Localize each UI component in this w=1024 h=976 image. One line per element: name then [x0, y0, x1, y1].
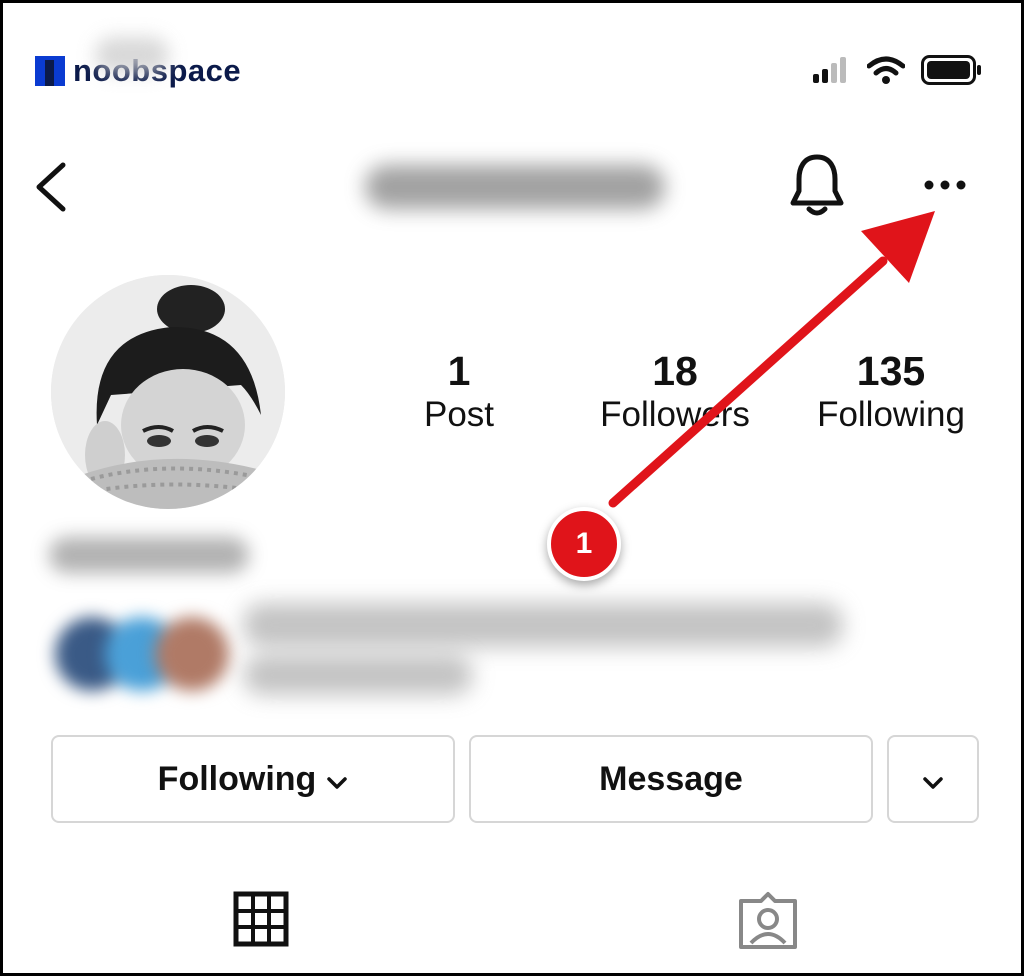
blurred-time [95, 37, 169, 73]
more-horizontal-icon [924, 180, 966, 190]
chevron-down-icon [922, 760, 944, 799]
chevron-down-icon [326, 760, 348, 799]
step-badge: 1 [547, 507, 621, 581]
message-button-label: Message [599, 759, 743, 798]
profile-name-blurred [49, 537, 249, 573]
stat-posts[interactable]: 1 Post [359, 348, 559, 436]
tab-tagged[interactable] [737, 891, 799, 956]
profile-avatar[interactable] [51, 275, 285, 509]
followed-by-text-blurred[interactable] [243, 603, 843, 647]
followed-by-text-blurred-line2 [243, 655, 473, 695]
stat-posts-value: 1 [447, 348, 471, 394]
brand-logo [35, 56, 65, 86]
followed-by-avatars[interactable] [49, 605, 229, 695]
message-button[interactable]: Message [469, 735, 873, 823]
grid-icon [233, 891, 289, 947]
bell-icon [790, 154, 844, 216]
step-number: 1 [575, 527, 593, 560]
username-title-blurred [365, 165, 665, 209]
notifications-button[interactable] [789, 153, 845, 224]
tab-posts-grid[interactable] [233, 891, 289, 952]
stat-following-label: Following [817, 395, 965, 435]
stat-followers[interactable]: 18 Followers [575, 348, 775, 436]
stat-following-value: 135 [856, 348, 926, 394]
phone-screen: noobspace [0, 0, 1024, 976]
stat-posts-label: Post [423, 395, 495, 435]
battery-icon [921, 55, 981, 85]
signal-icon [813, 57, 846, 83]
wifi-icon [867, 56, 905, 84]
back-button[interactable] [31, 161, 71, 213]
following-button[interactable]: Following [51, 735, 455, 823]
chevron-left-icon [36, 162, 66, 212]
more-options-button[interactable] [921, 173, 969, 202]
status-icons [813, 55, 983, 85]
following-button-label: Following [157, 759, 317, 798]
stat-followers-label: Followers [600, 395, 750, 435]
suggestions-button[interactable] [887, 735, 979, 823]
avatar-photo [51, 275, 285, 509]
stat-following[interactable]: 135 Following [791, 348, 991, 436]
stat-followers-value: 18 [652, 348, 698, 394]
tagged-user-icon [739, 892, 797, 949]
